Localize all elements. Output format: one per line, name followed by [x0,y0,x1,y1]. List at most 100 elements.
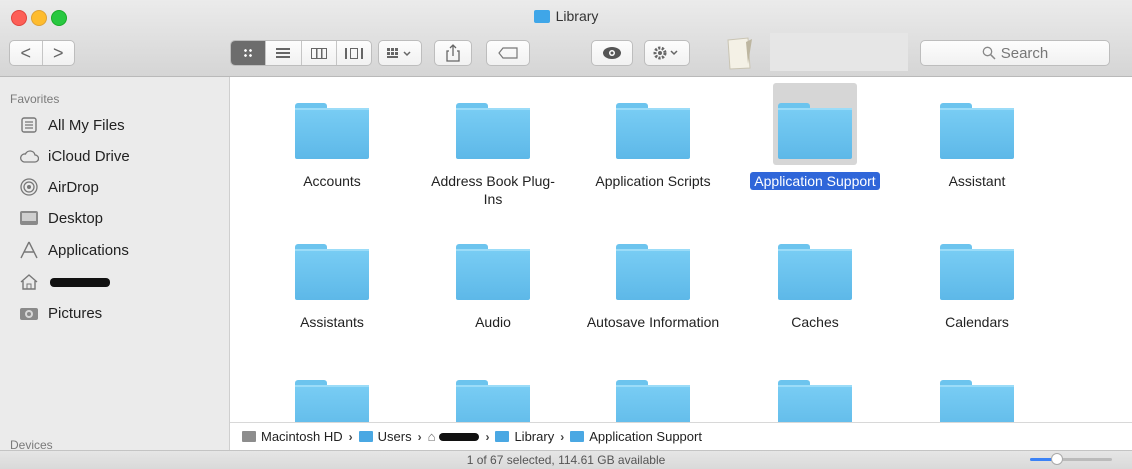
folder-item[interactable]: Autosave Information [578,224,728,331]
folder-label: Address Book Plug-Ins [418,172,568,208]
folder-icon [290,360,374,422]
path-segment-label: Users [377,429,412,444]
sidebar-item-applications[interactable]: Applications [19,238,129,262]
all-files-icon [19,115,39,135]
path-bar: Macintosh HD › Users › ⌂ › Library › App… [230,422,1132,450]
folder-item[interactable]: Assistants [257,224,407,331]
sidebar: Favorites All My Files iCloud Drive AirD… [0,77,230,452]
folder-label-text: Application Scripts [595,173,711,189]
folder-label-text: Autosave Information [586,314,720,330]
folder-item[interactable]: Audio [418,224,568,331]
action-button[interactable] [644,40,690,66]
folder-item[interactable] [418,360,568,422]
grid-icon [243,48,254,58]
home-icon: ⌂ [427,429,436,444]
path-segment-library[interactable]: Library [495,429,554,444]
applications-icon [19,240,39,260]
arrange-icon [387,48,411,58]
camera-icon [19,303,39,323]
sidebar-item-label: Applications [48,241,129,259]
folder-item[interactable] [902,360,1052,422]
folder-item[interactable]: Assistant [902,83,1052,190]
folder-item[interactable]: Application Support [740,83,890,190]
folder-item[interactable] [740,360,890,422]
folder-icon [451,360,535,422]
folder-label: Autosave Information [578,313,728,331]
quick-look-button[interactable] [591,40,633,66]
folder-icon [570,431,585,442]
status-bar: 1 of 67 selected, 114.61 GB available [0,450,1132,469]
folder-label: Accounts [257,172,407,190]
sidebar-item-home[interactable] [19,270,110,294]
search-placeholder: Search [1000,44,1049,62]
folder-item[interactable]: Calendars [902,224,1052,331]
folder-item[interactable]: Application Scripts [578,83,728,190]
share-button[interactable] [434,40,472,66]
path-segment-home[interactable]: ⌂ [428,429,480,444]
sidebar-item-label: All My Files [48,116,125,134]
path-segment-label: Macintosh HD [261,429,343,444]
forward-button[interactable]: > [41,41,75,65]
path-segment-macintosh-hd[interactable]: Macintosh HD [242,429,343,444]
search-field[interactable]: Search [920,40,1110,66]
folder-item[interactable] [578,360,728,422]
icon-view-button[interactable] [231,41,266,65]
toolbar: Library < > Search [0,0,1132,77]
sidebar-item-pictures[interactable]: Pictures [19,301,102,325]
redacted-username [439,432,480,441]
arrange-button[interactable] [378,40,422,66]
back-button[interactable]: < [10,41,42,65]
gear-icon [653,46,678,60]
cover-flow-icon [344,47,363,59]
folder-item[interactable] [257,360,407,422]
folder-label: Audio [418,313,568,331]
folder-label: Assistants [257,313,407,331]
sidebar-item-label: Pictures [48,304,103,322]
view-mode-segmented-control [230,40,372,66]
notes-app-icon[interactable] [722,36,758,70]
share-icon [446,44,460,62]
folder-icon [773,224,857,306]
desktop-icon [19,208,39,228]
columns-icon [310,47,327,59]
sidebar-item-desktop[interactable]: Desktop [19,206,103,230]
folder-label: Calendars [902,313,1052,331]
folder-label: Application Scripts [578,172,728,190]
slider-knob[interactable] [1051,453,1064,465]
cloud-icon [19,146,39,166]
path-segment-application-support[interactable]: Application Support [570,429,702,444]
sidebar-item-label: iCloud Drive [48,147,130,165]
folder-icon [611,360,695,422]
navigation-buttons: < > [9,40,75,66]
sidebar-item-airdrop[interactable]: AirDrop [19,175,99,199]
folder-label-text: Calendars [945,314,1009,330]
tag-button[interactable] [486,40,530,66]
folder-label: Caches [740,313,890,331]
folder-icon [935,360,1019,422]
folder-icon [773,83,857,165]
folder-label-text: Caches [791,314,839,330]
window-title-text: Library [555,8,599,24]
list-icon [276,48,291,58]
folder-label-text: Assistants [300,314,364,330]
folder-item[interactable]: Address Book Plug-Ins [418,83,568,208]
icon-size-slider[interactable] [1030,453,1112,465]
sidebar-item-label: AirDrop [48,178,99,196]
folder-item[interactable]: Accounts [257,83,407,190]
airdrop-icon [19,177,39,197]
sidebar-item-icloud-drive[interactable]: iCloud Drive [19,144,130,168]
folder-icon [451,83,535,165]
sidebar-item-all-my-files[interactable]: All My Files [19,113,125,137]
column-view-button[interactable] [300,41,336,65]
folder-icon [611,224,695,306]
list-view-button[interactable] [265,41,300,65]
tag-icon [498,47,518,59]
folder-label: Application Support [740,172,890,190]
path-segment-users[interactable]: Users [358,429,412,444]
toolbar-blurred-area [770,33,908,71]
folder-label-text: Audio [475,314,511,330]
folder-item[interactable]: Caches [740,224,890,331]
cover-flow-button[interactable] [335,41,371,65]
folder-label-text: Accounts [303,173,361,189]
chevron-right-icon: › [485,429,490,444]
